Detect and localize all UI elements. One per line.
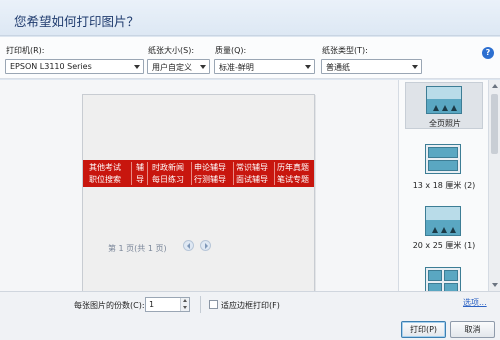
chevron-left-icon <box>187 243 190 249</box>
previous-page-button[interactable] <box>183 240 194 251</box>
stepper-down-icon[interactable] <box>183 306 187 309</box>
next-page-button[interactable] <box>200 240 211 251</box>
divider <box>200 296 201 313</box>
chevron-down-icon <box>200 65 206 69</box>
banner-text: 辅 <box>136 163 144 172</box>
dialog-title: 您希望如何打印图片？ <box>14 14 140 29</box>
layout-label: 全页照片 <box>429 119 461 128</box>
layout-option-13x18[interactable]: 13 x 18 厘米 (2) <box>405 140 483 196</box>
printer-select[interactable]: EPSON L3110 Series <box>5 59 144 74</box>
fit-to-frame-label: 适应边框打印(F) <box>221 301 280 310</box>
quality-select[interactable]: 标准-鲜明 <box>214 59 315 74</box>
banner-text: 面试辅导 <box>236 175 268 184</box>
banner-divider <box>131 162 132 185</box>
layout-option-full-page[interactable]: 全页照片 <box>405 82 483 129</box>
banner-text: 申论辅导 <box>194 163 226 172</box>
photo-thumbnail <box>425 206 461 236</box>
chevron-down-icon <box>134 65 140 69</box>
copies-value: 1 <box>149 300 155 309</box>
layout-label: 20 x 25 厘米 (1) <box>412 241 476 250</box>
banner-text: 笔试专题 <box>277 175 309 184</box>
copies-label: 每张图片的份数(C): <box>74 301 145 310</box>
preview-banner-image: 其他考试 职位搜索 辅 导 时政新闻 每日练习 申论辅导 行测辅导 常识辅导 面… <box>83 160 314 187</box>
chevron-right-icon <box>205 243 208 249</box>
print-button[interactable]: 打印(P) <box>401 321 446 338</box>
print-options-bar: 打印机(R): EPSON L3110 Series 纸张大小(S): 用户自定… <box>0 37 500 79</box>
banner-divider <box>147 162 148 185</box>
scroll-down-icon[interactable] <box>492 283 498 287</box>
banner-text: 职位搜索 <box>89 175 121 184</box>
dialog-footer: 每张图片的份数(C): 1 适应边框打印(F) 选项... 打印(P) 取消 <box>0 291 500 340</box>
dialog-header: 您希望如何打印图片？ <box>0 0 500 36</box>
quality-label: 质量(Q): <box>215 46 247 55</box>
options-link[interactable]: 选项... <box>463 297 487 308</box>
preview-page: 其他考试 职位搜索 辅 导 时政新闻 每日练习 申论辅导 行测辅导 常识辅导 面… <box>82 94 315 312</box>
banner-divider <box>233 162 234 185</box>
layout-list: 全页照片 13 x 18 厘米 (2) 20 x 25 厘米 (1) <box>398 80 488 291</box>
banner-text: 常识辅导 <box>236 163 268 172</box>
copies-stepper[interactable]: 1 <box>145 297 190 312</box>
layout-label: 13 x 18 厘米 (2) <box>412 181 476 190</box>
photo-thumbnail <box>426 86 462 114</box>
banner-text: 时政新闻 <box>152 163 184 172</box>
chevron-down-icon <box>305 65 311 69</box>
banner-text: 其他考试 <box>89 163 121 172</box>
paper-type-label: 纸张类型(T): <box>322 46 368 55</box>
paper-size-label: 纸张大小(S): <box>148 46 195 55</box>
page-indicator: 第 1 页(共 1 页) <box>108 244 167 253</box>
banner-text: 导 <box>136 175 144 184</box>
layout-option-more[interactable] <box>405 264 483 291</box>
help-icon[interactable]: ? <box>482 47 494 59</box>
paper-type-select[interactable]: 普通纸 <box>321 59 422 74</box>
photo-thumbnail <box>425 267 461 291</box>
paper-size-select[interactable]: 用户自定义 <box>147 59 210 74</box>
paper-type-value: 普通纸 <box>326 63 350 72</box>
banner-divider <box>274 162 275 185</box>
banner-divider <box>191 162 192 185</box>
fit-to-frame-checkbox[interactable] <box>209 300 218 309</box>
photo-thumbnail <box>425 144 461 174</box>
banner-text: 行测辅导 <box>194 175 226 184</box>
cancel-button[interactable]: 取消 <box>450 321 495 338</box>
banner-text: 历年真题 <box>277 163 309 172</box>
stepper-up-icon[interactable] <box>183 299 187 302</box>
layout-scrollbar[interactable] <box>488 80 500 291</box>
banner-text: 每日练习 <box>152 175 184 184</box>
printer-value: EPSON L3110 Series <box>10 62 92 71</box>
scroll-up-icon[interactable] <box>492 84 498 88</box>
paper-size-value: 用户自定义 <box>152 63 192 72</box>
chevron-down-icon <box>412 65 418 69</box>
stepper-buttons[interactable] <box>180 298 189 311</box>
printer-label: 打印机(R): <box>6 46 45 55</box>
layout-option-20x25[interactable]: 20 x 25 厘米 (1) <box>405 204 483 254</box>
quality-value: 标准-鲜明 <box>219 63 254 72</box>
print-preview: 其他考试 职位搜索 辅 导 时政新闻 每日练习 申论辅导 行测辅导 常识辅导 面… <box>0 80 398 312</box>
scroll-thumb[interactable] <box>491 94 498 154</box>
